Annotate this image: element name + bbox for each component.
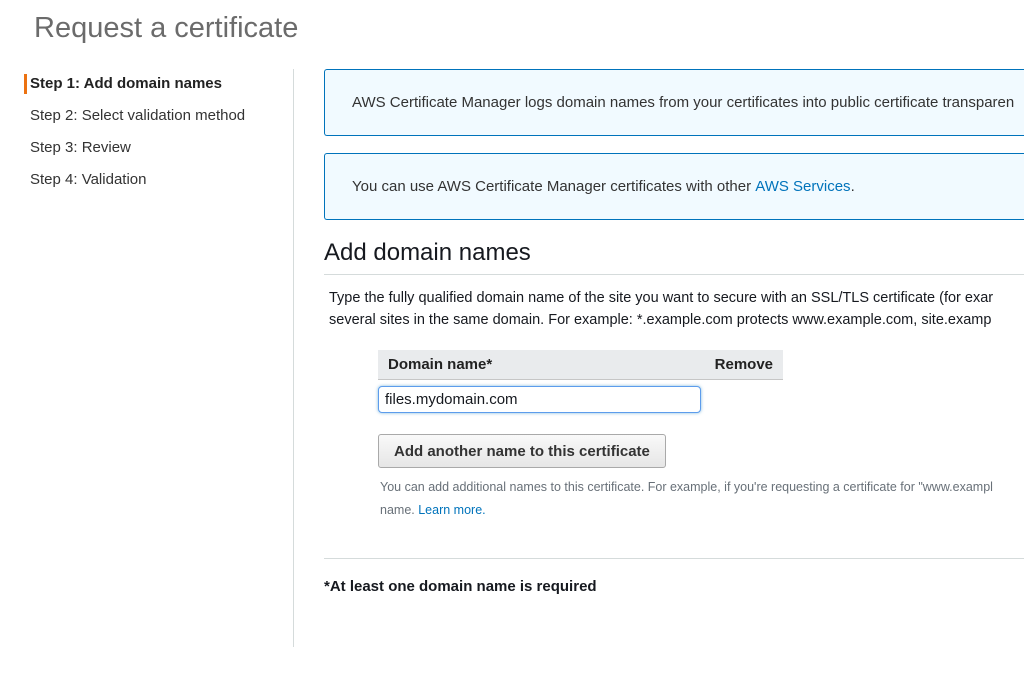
step-2-select-validation-method[interactable]: Step 2: Select validation method xyxy=(24,106,284,126)
services-info-text: You can use AWS Certificate Manager cert… xyxy=(352,178,752,195)
hint-line-2-prefix: name. xyxy=(380,503,419,517)
add-another-name-button[interactable]: Add another name to this certificate xyxy=(378,434,666,468)
services-info-suffix: . xyxy=(850,178,855,195)
main-content: AWS Certificate Manager logs domain name… xyxy=(324,69,1024,595)
section-title: Add domain names xyxy=(324,239,1024,275)
section-description: Type the fully qualified domain name of … xyxy=(329,287,1024,331)
domain-name-column-header: Domain name* xyxy=(388,356,493,373)
remove-column-header: Remove xyxy=(714,356,773,373)
vertical-divider xyxy=(293,69,294,647)
additional-names-hint: You can add additional names to this cer… xyxy=(380,476,1024,522)
learn-more-link[interactable]: Learn more. xyxy=(418,503,485,517)
domain-name-input[interactable] xyxy=(378,386,701,413)
domain-names-table: Domain name* Remove xyxy=(378,350,783,413)
step-1-add-domain-names[interactable]: Step 1: Add domain names xyxy=(24,74,284,94)
required-note: *At least one domain name is required xyxy=(324,578,597,595)
transparency-info-box: AWS Certificate Manager logs domain name… xyxy=(324,69,1024,136)
hint-line-2: name. Learn more. xyxy=(380,499,1024,522)
table-header: Domain name* Remove xyxy=(378,350,783,380)
description-line-1: Type the fully qualified domain name of … xyxy=(329,290,994,306)
hint-line-1: You can add additional names to this cer… xyxy=(380,480,993,494)
page-title: Request a certificate xyxy=(34,12,299,44)
step-3-review[interactable]: Step 3: Review xyxy=(24,138,284,158)
services-info-box: You can use AWS Certificate Manager cert… xyxy=(324,153,1024,220)
step-4-validation[interactable]: Step 4: Validation xyxy=(24,170,284,190)
description-line-2: several sites in the same domain. For ex… xyxy=(329,312,992,328)
aws-services-link[interactable]: AWS Services xyxy=(755,178,850,195)
page: Request a certificate Step 1: Add domain… xyxy=(0,0,1024,697)
transparency-info-text: AWS Certificate Manager logs domain name… xyxy=(352,94,1015,111)
horizontal-divider xyxy=(324,558,1024,559)
step-navigation: Step 1: Add domain names Step 2: Select … xyxy=(24,74,284,202)
